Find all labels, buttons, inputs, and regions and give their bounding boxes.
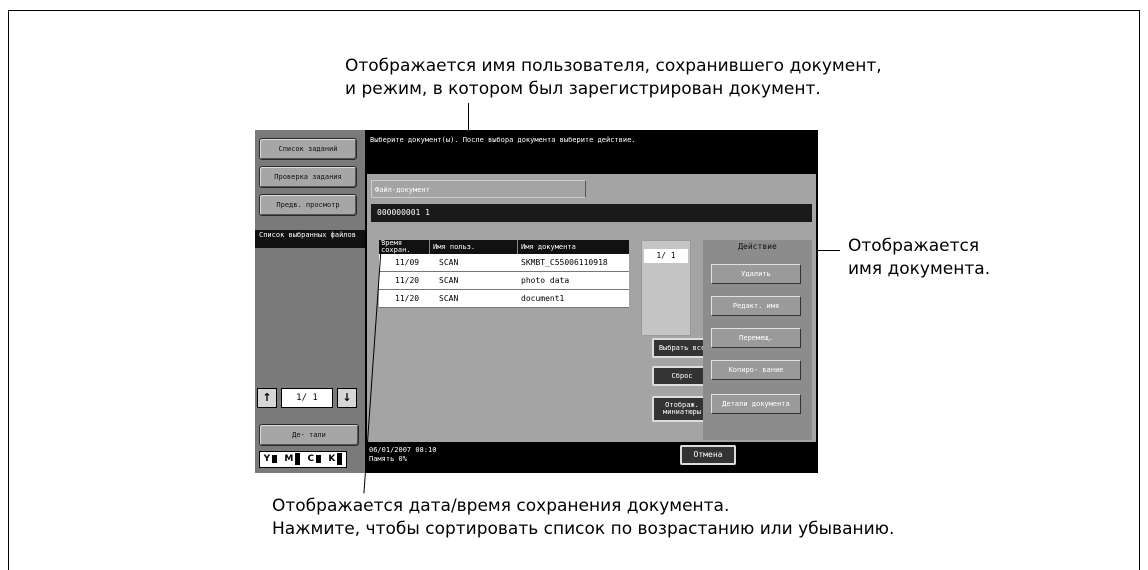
check-job-button[interactable]: Проверка задания (259, 166, 357, 188)
table-header: Время сохран. Имя польз. Имя документа (379, 240, 629, 254)
callout-time-line1: Отображается дата/время сохранения докум… (272, 496, 730, 516)
callout-time-line2: Нажмите, чтобы сортировать список по воз… (272, 519, 895, 539)
cell-doc-name: SKMBT_C55006110918 (521, 258, 608, 267)
selected-files-label: Список выбранных файлов (255, 230, 365, 248)
cell-time: 11/20 (395, 294, 420, 303)
sidebar: Список заданий Проверка задания Предв. п… (255, 130, 365, 473)
cell-doc-name: document1 (521, 294, 565, 303)
action-title: Действие (738, 242, 777, 251)
cell-user: SCAN (439, 258, 459, 267)
edit-name-button[interactable]: Редакт. имя (711, 296, 801, 316)
toner-m: M (284, 452, 301, 467)
cell-user: SCAN (439, 294, 459, 303)
preview-button[interactable]: Предв. просмотр (259, 194, 357, 216)
callout-user-line2: и режим, в котором был зарегистрирован д… (345, 79, 821, 99)
table-row[interactable]: 11/09 SCAN SKMBT_C55006110918 (379, 254, 629, 272)
toner-levels: Y M C K (259, 451, 347, 468)
copy-button[interactable]: Копиро- вание (711, 360, 801, 380)
callout-doc-line2: имя документа. (848, 259, 991, 279)
callout-save-time: Отображается дата/время сохранения докум… (272, 495, 894, 541)
arrow-up-icon[interactable]: ↑ (257, 388, 277, 408)
move-button[interactable]: Перемещ. (711, 328, 801, 348)
arrow-down-icon[interactable]: ↓ (337, 388, 357, 408)
document-panel: Файл-документ 000000001 1 Время сохран. … (367, 174, 816, 442)
table-row[interactable]: 11/20 SCAN document1 (379, 290, 629, 308)
cell-doc-name: photo data (521, 276, 570, 285)
sidebar-page-value: 1/ 1 (281, 388, 333, 408)
header-save-time[interactable]: Время сохран. (379, 240, 431, 254)
list-scroll-area: 1/ 1 (641, 240, 691, 336)
sidebar-pager: ↑ 1/ 1 ↓ (257, 388, 363, 410)
toner-y: Y (264, 452, 278, 467)
callout-doc-name: Отображается имя документа. (848, 235, 990, 281)
instruction-message: Выберите документ(ы). После выбора докум… (370, 136, 636, 144)
table-row[interactable]: 11/20 SCAN photo data (379, 272, 629, 290)
header-user-name[interactable]: Имя польз. (431, 240, 519, 254)
document-details-button[interactable]: Детали документа (711, 394, 801, 414)
panel-title: Файл-документ (371, 180, 586, 198)
job-list-button[interactable]: Список заданий (259, 138, 357, 160)
box-path: 000000001 1 (371, 204, 812, 222)
callout-user-line1: Отображается имя пользователя, сохранивш… (345, 56, 882, 76)
status-datetime: 06/01/2007 08:10 (369, 446, 437, 454)
cancel-button[interactable]: Отмена (680, 445, 736, 465)
callout-user-name: Отображается имя пользователя, сохранивш… (345, 55, 882, 101)
status-memory: Память 0% (369, 455, 407, 463)
callout-doc-line1: Отображается (848, 236, 980, 256)
status-area: 06/01/2007 08:10 Память 0% (369, 446, 436, 464)
action-column: Действие Удалить Редакт. имя Перемещ. Ко… (703, 240, 812, 440)
toner-k: K (328, 452, 343, 467)
cell-time: 11/09 (395, 258, 420, 267)
device-screen: Список заданий Проверка задания Предв. п… (255, 130, 818, 473)
list-page-indicator: 1/ 1 (644, 249, 688, 263)
details-button[interactable]: Де- тали (259, 424, 359, 446)
toner-c: C (308, 452, 322, 467)
delete-button[interactable]: Удалить (711, 264, 801, 284)
cell-time: 11/20 (395, 276, 420, 285)
header-document-name[interactable]: Имя документа (519, 240, 629, 254)
cell-user: SCAN (439, 276, 459, 285)
